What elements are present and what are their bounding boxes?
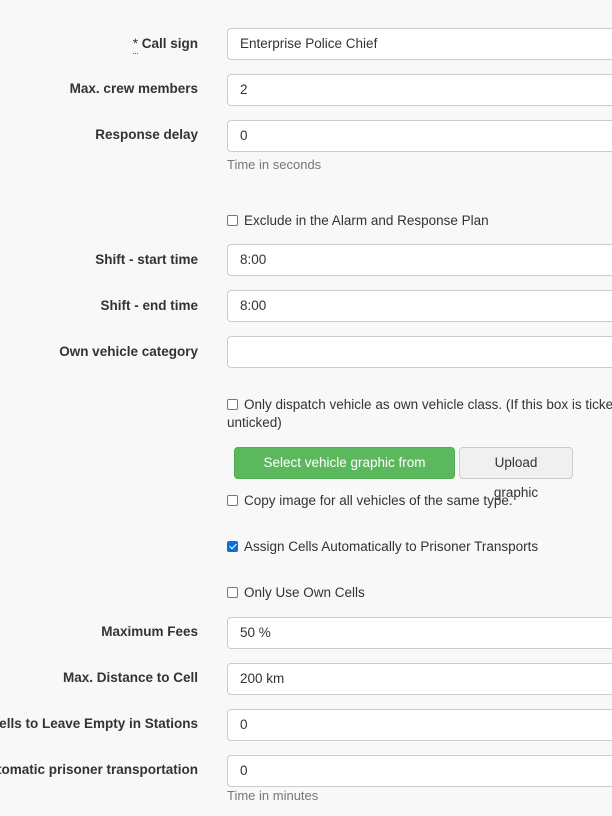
maximum-fees-input[interactable]: 50 % bbox=[227, 617, 612, 649]
response-delay-label: Response delay bbox=[95, 127, 198, 142]
checkbox-box[interactable] bbox=[227, 399, 238, 410]
response-delay-input[interactable]: 0 bbox=[227, 120, 612, 152]
max-distance-input[interactable]: 200 km bbox=[227, 663, 612, 695]
shift-end-label: Shift - end time bbox=[100, 298, 199, 313]
shift-end-input[interactable]: 8:00 bbox=[227, 290, 612, 322]
only-dispatch-checkbox[interactable]: Only dispatch vehicle as own vehicle cla… bbox=[227, 395, 612, 414]
shift-start-label: Shift - start time bbox=[95, 252, 198, 267]
cells-empty-label: Cells to Leave Empty in Stations bbox=[0, 716, 198, 731]
assign-cells-checkbox[interactable]: Assign Cells Automatically to Prisoner T… bbox=[227, 537, 538, 556]
max-distance-label: Max. Distance to Cell bbox=[62, 670, 198, 685]
only-dispatch-label-cont: unticked) bbox=[227, 415, 282, 430]
upload-graphic-button[interactable]: Upload graphic bbox=[459, 447, 573, 500]
max-crew-input[interactable]: 2 bbox=[227, 74, 612, 106]
checkbox-checked-box[interactable] bbox=[227, 541, 238, 552]
auto-prisoner-label: utomatic prisoner transportation bbox=[0, 762, 198, 777]
cells-empty-input[interactable]: 0 bbox=[227, 709, 612, 741]
auto-prisoner-input[interactable]: 0 bbox=[227, 755, 612, 787]
copy-image-checkbox[interactable]: Copy image for all vehicles of the same … bbox=[227, 491, 513, 510]
select-graphic-button[interactable]: Select vehicle graphic from library bbox=[234, 447, 455, 500]
checkbox-box[interactable] bbox=[227, 215, 238, 226]
call-sign-input[interactable]: Enterprise Police Chief bbox=[227, 28, 612, 60]
shift-start-input[interactable]: 8:00 bbox=[227, 244, 612, 276]
checkbox-box[interactable] bbox=[227, 587, 238, 598]
exclude-alarm-checkbox[interactable]: Exclude in the Alarm and Response Plan bbox=[227, 211, 489, 230]
response-delay-help: Time in seconds bbox=[227, 157, 322, 172]
max-crew-label: Max. crew members bbox=[69, 81, 198, 96]
auto-prisoner-help: Time in minutes bbox=[227, 788, 319, 803]
only-own-cells-checkbox[interactable]: Only Use Own Cells bbox=[227, 583, 365, 602]
own-vehicle-category-input[interactable] bbox=[227, 336, 612, 368]
own-vehicle-category-label: Own vehicle category bbox=[59, 344, 198, 359]
checkbox-box[interactable] bbox=[227, 495, 238, 506]
maximum-fees-label: Maximum Fees bbox=[101, 624, 198, 639]
required-marker: * bbox=[132, 36, 138, 51]
call-sign-label: * Call sign bbox=[132, 36, 198, 51]
